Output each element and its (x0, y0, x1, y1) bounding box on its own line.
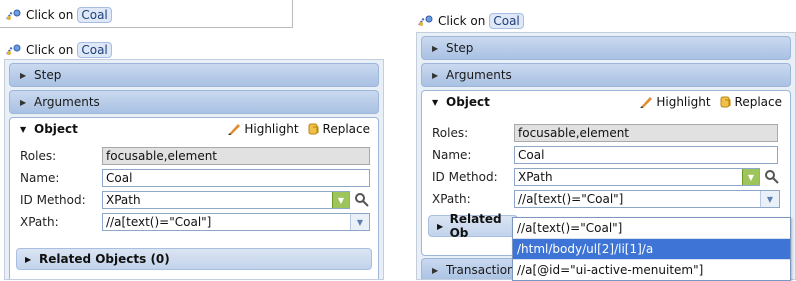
highlighter-pen-icon (228, 124, 241, 135)
target-chip[interactable]: Coal (77, 42, 112, 58)
id-method-value: XPath (518, 170, 553, 184)
name-field[interactable]: Coal (102, 169, 370, 187)
id-method-label: ID Method: (20, 193, 86, 207)
object-section: ▼ Object Highlight Replace Roles: focusa… (9, 117, 379, 279)
xpath-label: XPath: (20, 215, 59, 229)
replace-button[interactable]: Replace (719, 95, 782, 109)
id-method-select[interactable]: XPath ▼ (102, 191, 350, 209)
expand-arrow-icon: ▶ (25, 254, 32, 264)
roles-row: Roles: focusable,element (432, 123, 778, 143)
xpath-value: //a[text()="Coal"] (106, 215, 212, 229)
object-actions: Highlight Replace (226, 122, 370, 136)
step-bar-label: Step (34, 68, 62, 82)
related-objects-label: Related Ob (449, 212, 502, 240)
step-title: Click on Coal (416, 12, 524, 30)
step-bar[interactable]: ▶ Step (9, 63, 379, 87)
name-label: Name: (432, 148, 472, 162)
collapse-arrow-icon: ▼ (20, 124, 27, 134)
id-method-row: ID Method: XPath ▼ (432, 167, 780, 187)
target-chip[interactable]: Coal (489, 13, 524, 29)
magnifier-icon[interactable] (764, 169, 780, 185)
roles-row: Roles: focusable,element (20, 146, 370, 166)
transactions-bar-label: Transactions (446, 263, 521, 277)
step-title: Click on Coal (4, 41, 112, 59)
chevron-down-icon[interactable]: ▼ (350, 214, 369, 230)
step-panel-right: Click on Coal ▶ Step ▶ Arguments ▼ Objec… (414, 10, 796, 281)
xpath-value: //a[text()="Coal"] (518, 192, 624, 206)
expand-arrow-icon: ▶ (20, 97, 27, 107)
xpath-suggestions-list: //a[text()="Coal"] /html/body/ul[2]/li[1… (512, 217, 791, 281)
object-title: Object (34, 122, 78, 136)
step-bar[interactable]: ▶ Step (421, 36, 791, 60)
collapse-arrow-icon: ▼ (432, 97, 439, 107)
id-method-label: ID Method: (432, 170, 498, 184)
drag-link-icon (4, 8, 22, 22)
drag-link-icon (416, 14, 434, 28)
id-method-select[interactable]: XPath ▼ (514, 168, 760, 186)
magnifier-icon[interactable] (354, 192, 370, 208)
id-method-value: XPath (106, 193, 141, 207)
arguments-bar-label: Arguments (34, 95, 100, 109)
arguments-bar[interactable]: ▶ Arguments (421, 63, 791, 87)
id-method-row: ID Method: XPath ▼ (20, 190, 370, 210)
name-row: Name: Coal (432, 145, 778, 165)
replace-label: Replace (322, 122, 370, 136)
xpath-label: XPath: (432, 192, 471, 206)
target-chip[interactable]: Coal (77, 7, 112, 23)
click-on-label: Click on (438, 14, 486, 28)
name-field[interactable]: Coal (514, 146, 778, 164)
step-bar-label: Step (446, 41, 474, 55)
arguments-bar[interactable]: ▶ Arguments (9, 90, 379, 114)
roles-label: Roles: (20, 149, 57, 163)
xpath-row: XPath: //a[text()="Coal"] ▼ (432, 189, 780, 209)
xpath-row: XPath: //a[text()="Coal"] ▼ (20, 212, 370, 232)
chevron-down-icon[interactable]: ▼ (760, 191, 779, 207)
related-objects-label: Related Objects (0) (39, 252, 170, 266)
step-header-top: Click on Coal (0, 0, 293, 28)
name-label: Name: (20, 171, 60, 185)
roles-field: focusable,element (514, 124, 778, 142)
step-details: ▶ Step ▶ Arguments ▼ Object Highlight Re… (4, 59, 384, 280)
highlight-button[interactable]: Highlight (638, 95, 711, 109)
xpath-option[interactable]: //a[@id="ui-active-menuitem"] (513, 260, 790, 280)
related-objects-bar[interactable]: ▶ Related Ob (428, 212, 518, 240)
related-objects-bar[interactable]: ▶ Related Objects (0) (16, 248, 372, 270)
object-title: Object (446, 95, 490, 109)
expand-arrow-icon: ▶ (437, 221, 444, 231)
chevron-down-icon[interactable]: ▼ (332, 192, 349, 208)
xpath-option-selected[interactable]: /html/body/ul[2]/li[1]/a (513, 239, 790, 260)
step-title: Click on Coal (4, 6, 112, 24)
object-actions: Highlight Replace (638, 95, 782, 109)
highlight-button[interactable]: Highlight (226, 122, 299, 136)
expand-arrow-icon: ▶ (20, 70, 27, 80)
highlight-label: Highlight (244, 122, 299, 136)
click-on-label: Click on (26, 8, 74, 22)
replace-icon (308, 123, 319, 135)
replace-label: Replace (734, 95, 782, 109)
chevron-down-icon[interactable]: ▼ (742, 169, 759, 185)
replace-button[interactable]: Replace (307, 122, 370, 136)
roles-field: focusable,element (102, 147, 370, 165)
xpath-combobox[interactable]: //a[text()="Coal"] ▼ (514, 190, 780, 208)
drag-link-icon (4, 43, 22, 57)
xpath-option[interactable]: //a[text()="Coal"] (513, 218, 790, 239)
name-row: Name: Coal (20, 168, 370, 188)
step-panel-left: Click on Coal ▶ Step ▶ Arguments ▼ Objec… (0, 39, 384, 280)
highlight-label: Highlight (656, 95, 711, 109)
expand-arrow-icon: ▶ (432, 43, 439, 53)
click-on-label: Click on (26, 43, 74, 57)
expand-arrow-icon: ▶ (432, 265, 439, 275)
arguments-bar-label: Arguments (446, 68, 512, 82)
xpath-combobox[interactable]: //a[text()="Coal"] ▼ (102, 213, 370, 231)
expand-arrow-icon: ▶ (432, 70, 439, 80)
replace-icon (720, 96, 731, 108)
highlighter-pen-icon (640, 97, 653, 108)
roles-label: Roles: (432, 126, 469, 140)
